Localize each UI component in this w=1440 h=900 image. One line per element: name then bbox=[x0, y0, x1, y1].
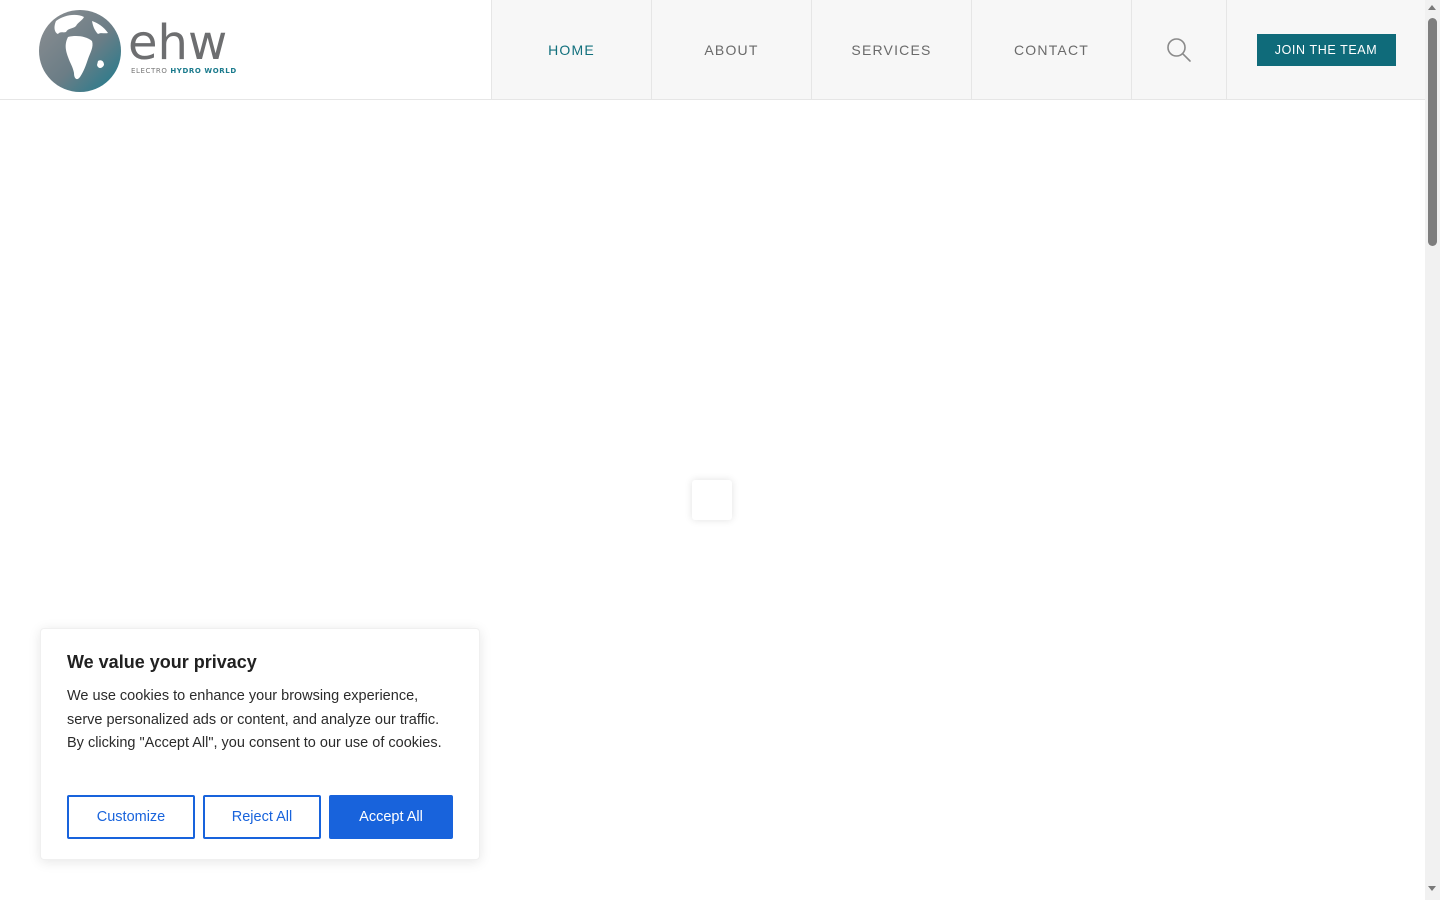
scrollbar-thumb[interactable] bbox=[1428, 18, 1437, 246]
page-loader bbox=[692, 480, 732, 520]
site-logo[interactable]: ehw ELECTRO HYDRO WORLD bbox=[38, 9, 238, 93]
nav-home[interactable]: HOME bbox=[491, 0, 651, 99]
cookie-button-row: Customize Reject All Accept All bbox=[67, 795, 453, 839]
cookie-title: We value your privacy bbox=[67, 652, 257, 672]
search-icon bbox=[1167, 37, 1191, 62]
reject-all-button[interactable]: Reject All bbox=[203, 795, 321, 839]
scroll-down-arrow-icon[interactable] bbox=[1428, 886, 1436, 891]
main-nav: HOME ABOUT SERVICES CONTACT JOIN THE TEA… bbox=[491, 0, 1425, 99]
logo-tagline-electro: ELECTRO bbox=[131, 67, 168, 75]
cookie-description: We use cookies to enhance your browsing … bbox=[67, 688, 442, 751]
globe-icon bbox=[39, 10, 121, 92]
page: ehw ELECTRO HYDRO WORLD HOME ABOUT SERVI… bbox=[0, 0, 1425, 900]
logo-wordmark: ehw bbox=[128, 15, 228, 71]
logo-tagline: ELECTRO HYDRO WORLD bbox=[131, 67, 237, 75]
site-header: ehw ELECTRO HYDRO WORLD HOME ABOUT SERVI… bbox=[0, 0, 1425, 100]
search-button[interactable] bbox=[1131, 0, 1226, 99]
nav-about[interactable]: ABOUT bbox=[651, 0, 811, 99]
cookie-consent-banner: We value your privacy We use cookies to … bbox=[40, 628, 480, 860]
customize-button[interactable]: Customize bbox=[67, 795, 195, 839]
nav-services[interactable]: SERVICES bbox=[811, 0, 971, 99]
logo-tagline-hydro-world: HYDRO WORLD bbox=[170, 67, 237, 75]
accept-all-button[interactable]: Accept All bbox=[329, 795, 453, 839]
vertical-scrollbar[interactable] bbox=[1425, 0, 1440, 900]
join-the-team-button[interactable]: JOIN THE TEAM bbox=[1256, 33, 1396, 66]
nav-cta-container: JOIN THE TEAM bbox=[1226, 0, 1425, 99]
scroll-up-arrow-icon[interactable] bbox=[1428, 5, 1436, 10]
nav-contact[interactable]: CONTACT bbox=[971, 0, 1131, 99]
